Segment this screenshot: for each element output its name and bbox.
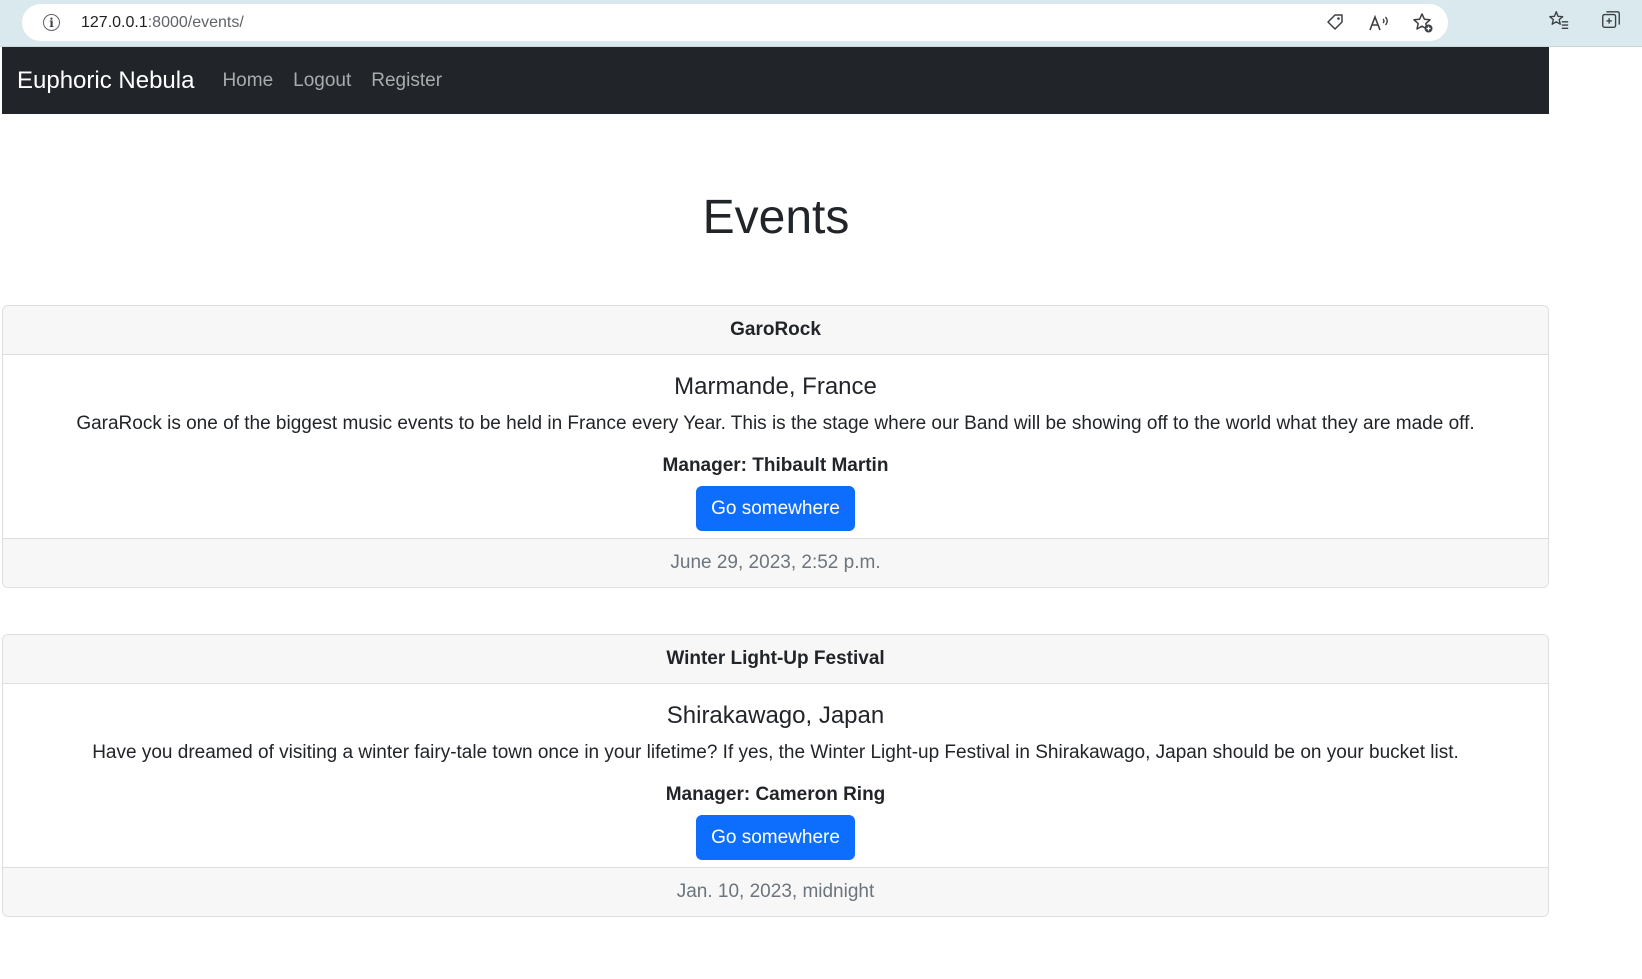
event-date: Jan. 10, 2023, midnight [3, 867, 1548, 916]
brand-link[interactable]: Euphoric Nebula [17, 67, 194, 95]
event-manager: Manager: Cameron Ring [665, 784, 886, 805]
nav-link-home[interactable]: Home [222, 70, 273, 92]
event-location: Marmande, France [674, 373, 877, 400]
collections-icon[interactable] [1600, 9, 1622, 31]
go-somewhere-button[interactable]: Go somewhere [696, 486, 855, 531]
top-navbar: Euphoric Nebula Home Logout Register [2, 47, 1549, 114]
tag-icon[interactable] [1324, 12, 1346, 34]
event-manager: Manager: Thibault Martin [662, 455, 889, 476]
address-bar[interactable]: i 127.0.0.1:8000/events/ [22, 4, 1448, 41]
page-title: Events [702, 191, 850, 244]
event-card-header: GaroRock [3, 306, 1548, 355]
event-card: Winter Light-Up Festival Shirakawago, Ja… [2, 634, 1549, 917]
nav-link-register[interactable]: Register [371, 70, 442, 92]
add-favorite-icon[interactable] [1412, 12, 1434, 34]
favorites-icon[interactable] [1548, 9, 1570, 31]
event-location: Shirakawago, Japan [666, 702, 885, 729]
read-aloud-icon[interactable] [1368, 12, 1390, 34]
go-somewhere-button[interactable]: Go somewhere [696, 815, 855, 860]
event-card-body: Marmande, France GaraRock is one of the … [3, 355, 1548, 538]
event-date: June 29, 2023, 2:52 p.m. [3, 538, 1548, 587]
event-card-body: Shirakawago, Japan Have you dreamed of v… [3, 684, 1548, 867]
nav-link-logout[interactable]: Logout [293, 70, 351, 92]
info-icon[interactable]: i [43, 14, 60, 31]
event-description: Have you dreamed of visiting a winter fa… [92, 742, 1459, 763]
event-card: GaroRock Marmande, France GaraRock is on… [2, 305, 1549, 588]
event-description: GaraRock is one of the biggest music eve… [76, 413, 1475, 434]
browser-toolbar: i 127.0.0.1:8000/events/ [0, 0, 1642, 47]
url-text[interactable]: 127.0.0.1:8000/events/ [81, 14, 244, 32]
event-card-header: Winter Light-Up Festival [3, 635, 1548, 684]
